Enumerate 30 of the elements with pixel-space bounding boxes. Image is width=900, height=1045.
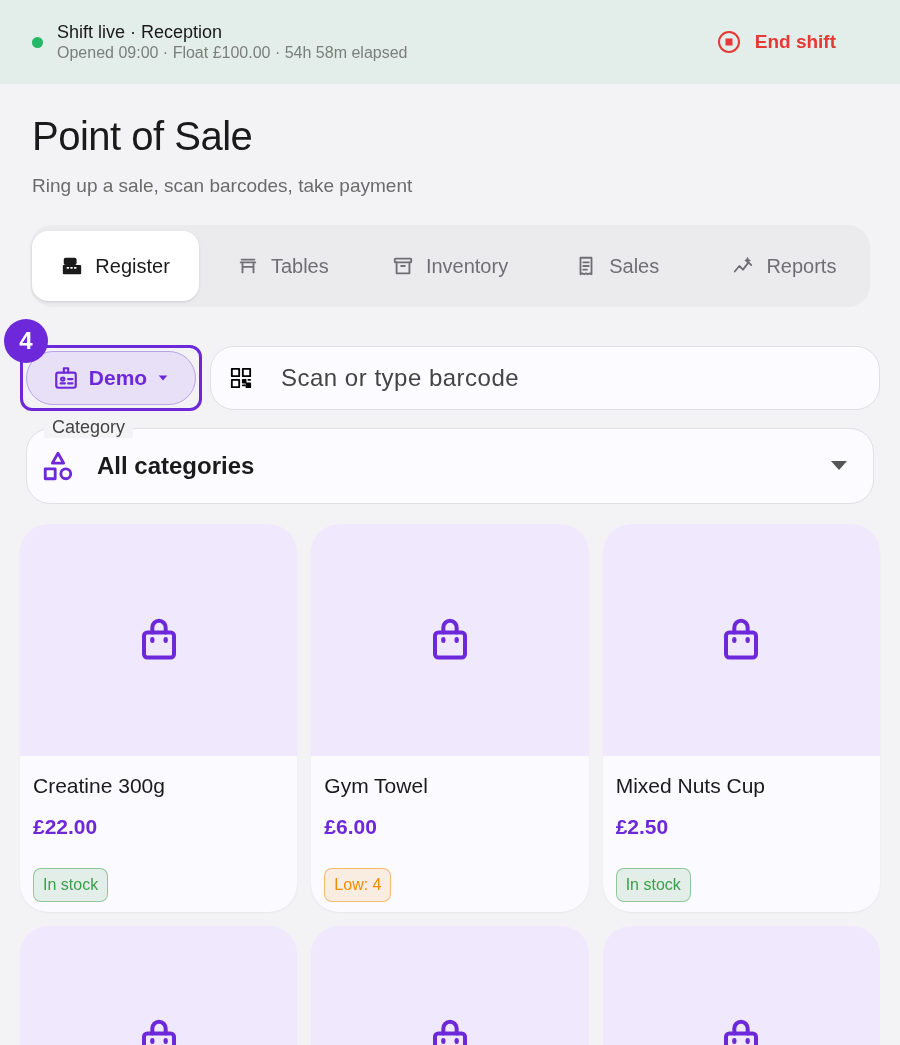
stock-badge: In stock <box>33 867 109 902</box>
tab[interactable]: Register <box>32 230 200 301</box>
product-price: £6.00 <box>324 814 378 840</box>
tab[interactable]: Inventory <box>366 230 534 301</box>
shift-title: Shift live · Reception <box>57 21 224 43</box>
product-card[interactable]: Mixed Nuts Cup £2.50 In stock <box>602 523 880 912</box>
product-price: £22.00 <box>33 814 99 840</box>
tab[interactable]: Tables <box>199 230 367 301</box>
tab[interactable]: Sales <box>533 230 701 301</box>
product-name: Gym Towel <box>324 772 429 799</box>
product-price: £2.50 <box>615 814 670 840</box>
end-shift-button[interactable]: End shift <box>700 19 852 65</box>
id-badge-icon <box>52 364 79 391</box>
product-name: Creatine 300g <box>33 772 166 799</box>
product-name: Mixed Nuts Cup <box>615 772 767 799</box>
page-subtitle: Ring up a sale, scan barcodes, take payment <box>32 174 414 198</box>
count-badge: 4 <box>4 318 48 363</box>
barcode-field[interactable]: Scan or type barcode <box>210 345 880 410</box>
caret-icon <box>157 373 170 382</box>
stock-badge: In stock <box>615 867 691 902</box>
stop-icon <box>716 30 741 54</box>
page-title: Point of Sale <box>32 113 254 160</box>
shopping-bag-icon <box>430 616 470 663</box>
shift-details: Opened 09:00 · Float £100.00 · 54h 58m elapsed <box>57 43 408 63</box>
qr-code-icon <box>230 366 252 389</box>
tab[interactable]: Reports <box>700 230 868 301</box>
stock-badge: Low: 4 <box>324 867 392 902</box>
product-card[interactable]: Creatine 300g £22.00 In stock <box>20 523 298 912</box>
dropdown-caret-icon <box>831 461 847 470</box>
product-card[interactable]: Gym Towel £6.00 Low: 4 <box>311 523 589 912</box>
